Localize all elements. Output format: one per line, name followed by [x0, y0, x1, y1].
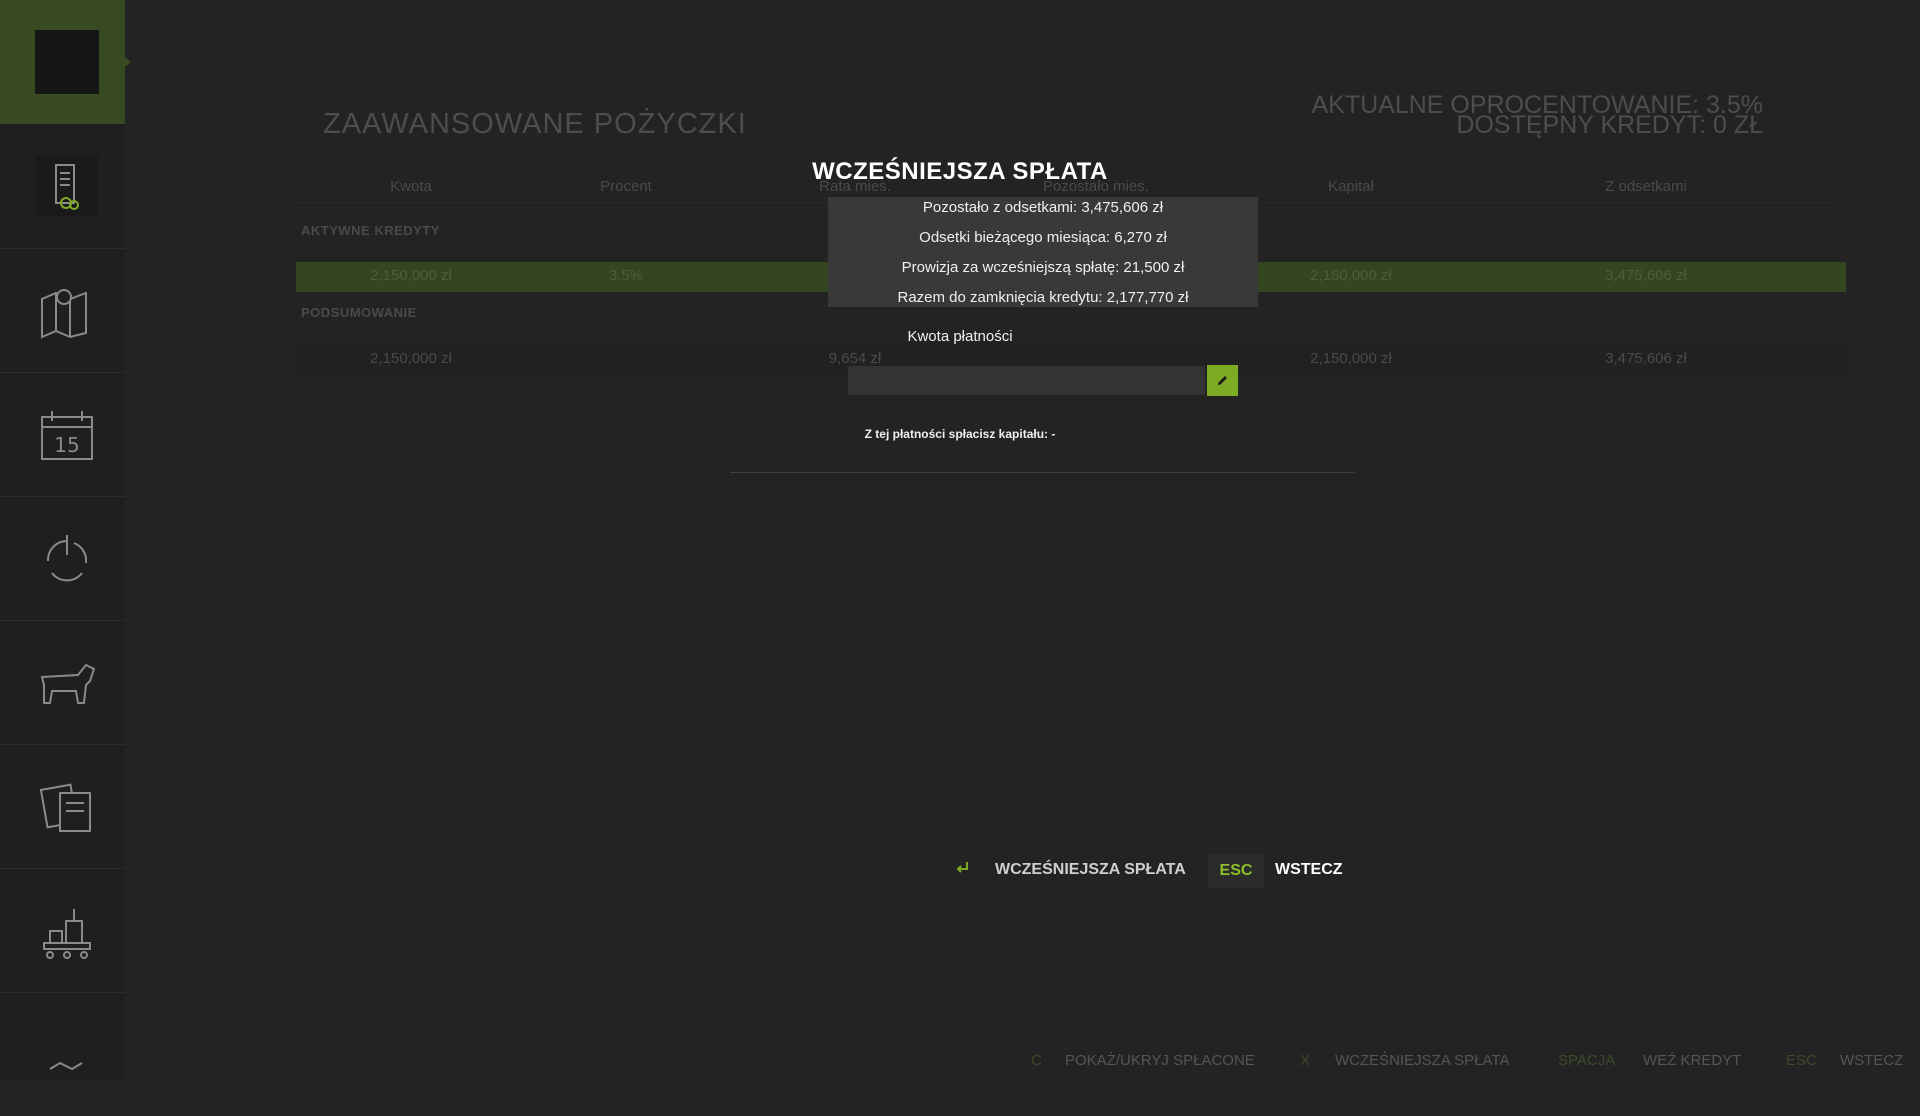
- edit-amount-button[interactable]: [1207, 365, 1238, 396]
- sidebar-item-production[interactable]: [0, 869, 125, 993]
- summary-capital: 2,150,000 zł: [1310, 350, 1392, 367]
- back-hint-button[interactable]: WSTECZ: [1840, 1052, 1903, 1069]
- remaining-with-interest: Pozostało z odsetkami: 3,475,606 zł: [922, 199, 1164, 216]
- row-amount: 2,150,000 zł: [370, 267, 452, 284]
- cow-icon: [40, 663, 96, 704]
- section-summary: PODSUMOWANIE: [301, 305, 417, 320]
- crop-cycle-icon: [46, 535, 88, 582]
- total-to-close: Razem do zamknięcia kredytu: 2,177,770 z…: [897, 289, 1189, 306]
- capital-repayment-note: Z tej płatności spłacisz kapitału: -: [864, 427, 1056, 441]
- back-button[interactable]: WSTECZ: [1275, 861, 1343, 879]
- active-indicator: [121, 54, 131, 70]
- confirm-early-repayment-button[interactable]: WCZEŚNIEJSZA SPŁATA: [995, 861, 1186, 879]
- section-active-loans: AKTYWNE KREDYTY: [301, 223, 440, 238]
- enter-key-icon: [956, 862, 968, 873]
- row-capital: 2,150,000 zł: [1310, 267, 1392, 284]
- loan-info-box: Pozostało z odsetkami: 3,475,606 zł Odse…: [828, 197, 1258, 307]
- summary-monthly: 9,654 zł: [828, 350, 882, 367]
- sidebar-item-more[interactable]: [0, 993, 125, 1116]
- payment-amount-input[interactable]: [848, 366, 1205, 395]
- key-c: C: [1031, 1052, 1042, 1069]
- take-loan-button[interactable]: WEŹ KREDYT: [1643, 1052, 1741, 1069]
- key-space: SPACJA: [1558, 1052, 1616, 1069]
- toggle-repaid-button[interactable]: POKAŻ/UKRYJ SPŁACONE: [1065, 1052, 1255, 1069]
- sidebar-item-contracts[interactable]: [0, 745, 125, 869]
- sidebar-menu-toggle[interactable]: [0, 0, 131, 124]
- row-percent: 3.5%: [608, 267, 644, 284]
- chevron-icon: [49, 1061, 83, 1071]
- payment-amount-label: Kwota płatności: [907, 328, 1013, 345]
- sidebar-item-animals[interactable]: [0, 621, 125, 745]
- summary-amount: 2,150,000 zł: [370, 350, 452, 367]
- production-icon: [43, 909, 91, 959]
- rate-info: AKTUALNE OPROCENTOWANIE: 3.5% DOSTĘPNY K…: [1312, 93, 1764, 138]
- key-esc-bottom: ESC: [1786, 1052, 1817, 1069]
- dialog-divider: [730, 472, 1355, 473]
- early-repayment-fee: Prowizja za wcześniejszą spłatę: 21,500 …: [901, 259, 1185, 276]
- menu-square-icon: [35, 30, 99, 94]
- contracts-icon: [39, 783, 91, 832]
- sidebar-item-map[interactable]: [0, 249, 125, 373]
- early-repayment-hint-button[interactable]: WCZEŚNIEJSZA SPŁATA: [1335, 1052, 1509, 1069]
- esc-key-label: ESC: [1219, 862, 1253, 879]
- page-title: ZAAWANSOWANE POŻYCZKI: [323, 108, 747, 140]
- sidebar-item-finances[interactable]: [0, 125, 125, 249]
- dialog-title: WCZEŚNIEJSZA SPŁATA: [812, 158, 1108, 185]
- sidebar-item-crops[interactable]: [0, 497, 125, 621]
- pencil-icon: [1218, 376, 1227, 385]
- esc-key-badge[interactable]: ESC: [1208, 854, 1264, 888]
- key-x: X: [1300, 1052, 1311, 1069]
- current-month-interest: Odsetki bieżącego miesiąca: 6,270 zł: [919, 229, 1167, 246]
- summary-with-interest: 3,475,606 zł: [1605, 350, 1687, 367]
- row-with-interest: 3,475,606 zł: [1605, 267, 1687, 284]
